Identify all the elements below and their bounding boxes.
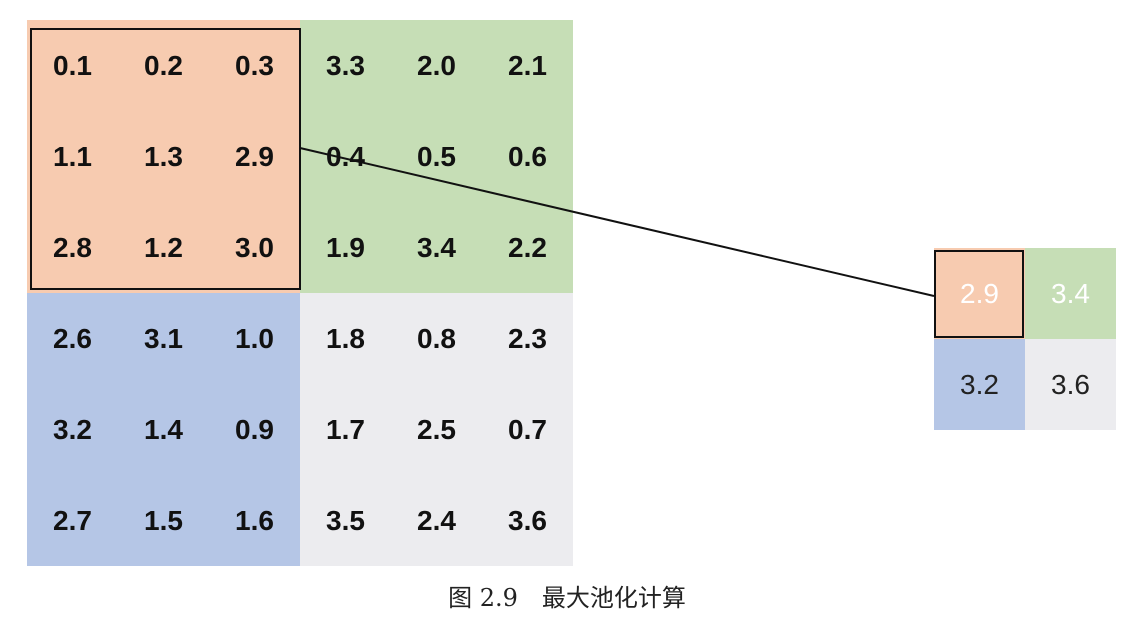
input-cell: 1.5 [118,475,209,566]
input-cell: 1.4 [118,384,209,475]
output-cell: 3.2 [934,339,1025,430]
input-cell: 0.7 [482,384,573,475]
input-cell: 1.9 [300,202,391,293]
input-cell: 2.8 [27,202,118,293]
input-matrix: 0.1 0.2 0.3 3.3 2.0 2.1 1.1 1.3 2.9 0.4 0.5 0.6 2.8 1… [27,20,573,566]
input-cell: 0.2 [118,20,209,111]
input-cell: 2.2 [482,202,573,293]
input-cell: 2.6 [27,293,118,384]
input-cell: 1.8 [300,293,391,384]
input-cell: 1.7 [300,384,391,475]
input-cell: 0.1 [27,20,118,111]
input-cell: 2.4 [391,475,482,566]
output-cell: 2.9 [934,248,1025,339]
input-cell: 2.1 [482,20,573,111]
input-cell: 1.3 [118,111,209,202]
input-cell: 0.6 [482,111,573,202]
input-cell: 3.0 [209,202,300,293]
output-cell: 3.6 [1025,339,1116,430]
input-cell: 0.4 [300,111,391,202]
input-cell: 3.3 [300,20,391,111]
input-cell: 3.6 [482,475,573,566]
input-cell: 1.6 [209,475,300,566]
input-cell: 2.9 [209,111,300,202]
input-cell: 1.2 [118,202,209,293]
input-cell: 2.7 [27,475,118,566]
input-cell: 3.5 [300,475,391,566]
output-cell: 3.4 [1025,248,1116,339]
input-cell: 2.3 [482,293,573,384]
pooled-output-matrix: 2.9 3.4 3.2 3.6 [934,248,1116,430]
input-cell: 3.4 [391,202,482,293]
figure-caption: 图 2.9 最大池化计算 [448,584,686,612]
input-cell: 0.9 [209,384,300,475]
input-cell: 1.0 [209,293,300,384]
input-cell: 0.8 [391,293,482,384]
input-cell: 3.2 [27,384,118,475]
input-cell: 2.5 [391,384,482,475]
input-cell: 1.1 [27,111,118,202]
input-cell: 0.5 [391,111,482,202]
input-cell: 3.1 [118,293,209,384]
input-cell: 0.3 [209,20,300,111]
input-cell: 2.0 [391,20,482,111]
